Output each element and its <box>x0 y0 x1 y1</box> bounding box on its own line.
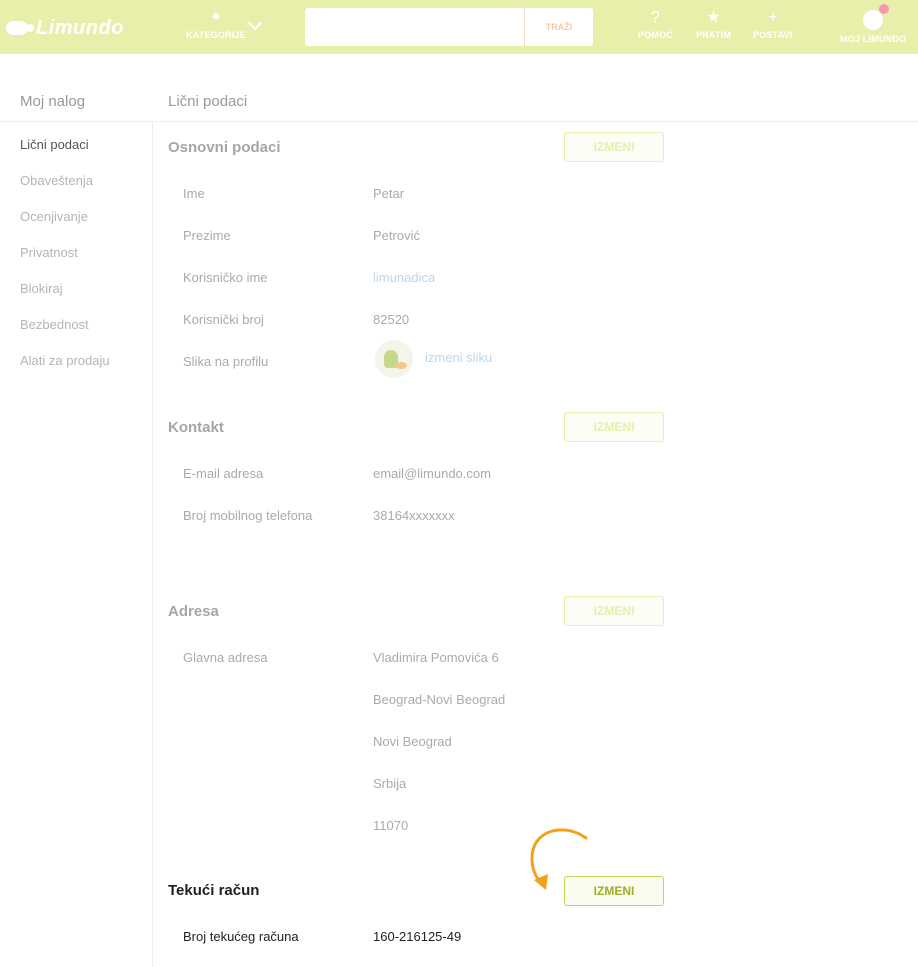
first-name-value: Petar <box>373 186 405 201</box>
edit-basic-info-button[interactable]: IZMENI <box>564 132 664 162</box>
main-address-label: Glavna adresa <box>183 650 268 665</box>
profile-picture-label: Slika na profilu <box>183 354 269 369</box>
section-title-bank-account: Tekući račun <box>168 882 260 899</box>
sidebar-item-bezbednost[interactable]: Bezbednost <box>20 316 110 352</box>
profile-picture <box>375 340 413 378</box>
sidebar-item-licni-podaci[interactable]: Lični podaci <box>20 136 110 172</box>
section-title-address: Adresa <box>168 603 219 620</box>
sidebar-item-obavestenja[interactable]: Obaveštenja <box>20 172 110 208</box>
question-mark-icon: ? <box>651 9 660 26</box>
help-button[interactable]: ? POMOĆ <box>638 8 673 40</box>
mascot-leaf-icon <box>395 362 407 369</box>
lemon-logo-icon <box>6 21 34 35</box>
change-picture-link[interactable]: izmeni sliku <box>425 350 492 365</box>
my-limundo-button[interactable]: MOJ LIMUNDO <box>840 4 907 44</box>
bank-account-value: 160-216125-49 <box>373 929 462 944</box>
user-number-label: Korisnički broj <box>183 312 264 327</box>
sidebar-item-ocenjivanje[interactable]: Ocenjivanje <box>20 208 110 244</box>
username-label: Korisničko ime <box>183 270 268 285</box>
address-line: 11070 <box>373 818 409 833</box>
notification-badge <box>879 4 890 14</box>
star-icon: ★ <box>706 9 721 26</box>
sidebar-divider <box>152 121 153 967</box>
watchlist-label: PRATIM <box>696 30 732 40</box>
post-label: POSTAVI <box>753 30 793 40</box>
last-name-value: Petrović <box>373 228 420 243</box>
username-link[interactable]: limunadica <box>373 270 435 285</box>
section-title-basic-info: Osnovni podaci <box>168 139 281 156</box>
my-limundo-label: MOJ LIMUNDO <box>840 34 907 44</box>
limundo-logo[interactable]: Limundo <box>6 17 124 39</box>
chevron-down-icon[interactable] <box>247 15 263 31</box>
user-number-value: 82520 <box>373 312 410 327</box>
header-divider <box>0 121 918 122</box>
post-item-button[interactable]: + POSTAVI <box>753 8 793 40</box>
email-label: E-mail adresa <box>183 466 264 481</box>
address-line: Vladimira Pomovića 6 <box>373 650 499 665</box>
sidebar-item-privatnost[interactable]: Privatnost <box>20 244 110 280</box>
logo-text: Limundo <box>36 16 124 39</box>
email-value: email@limundo.com <box>373 466 491 481</box>
section-title-contact: Kontakt <box>168 419 224 436</box>
sidebar-item-alati-za-prodaju[interactable]: Alati za prodaju <box>20 352 110 388</box>
categories-button[interactable]: ✦ KATEGORIJE <box>186 8 246 40</box>
sidebar-item-blokiraj[interactable]: Blokiraj <box>20 280 110 316</box>
bank-account-label: Broj tekućeg računa <box>183 929 299 944</box>
edit-contact-button[interactable]: IZMENI <box>564 412 664 442</box>
first-name-label: Ime <box>183 186 205 201</box>
user-avatar-icon <box>863 4 890 30</box>
phone-value: 38164xxxxxxx <box>373 508 455 523</box>
search-button[interactable]: TRAŽI <box>524 8 593 46</box>
search-bar: TRAŽI <box>305 8 593 46</box>
address-line: Novi Beograd <box>373 734 452 749</box>
sidebar-title: Moj nalog <box>20 93 86 110</box>
sparkle-icon: ✦ <box>209 9 223 26</box>
phone-label: Broj mobilnog telefona <box>183 508 313 523</box>
plus-icon: + <box>768 9 778 26</box>
last-name-label: Prezime <box>183 228 231 243</box>
page-title: Lični podaci <box>168 93 248 110</box>
help-label: POMOĆ <box>638 30 674 40</box>
watchlist-button[interactable]: ★ PRATIM <box>696 8 731 40</box>
sidebar-menu: Lični podaci Obaveštenja Ocenjivanje Pri… <box>20 136 110 388</box>
edit-bank-account-button[interactable]: IZMENI <box>564 876 664 906</box>
categories-label: KATEGORIJE <box>186 30 246 40</box>
search-input[interactable] <box>305 8 524 46</box>
top-navigation-bar: Limundo ✦ KATEGORIJE TRAŽI ? POMOĆ ★ PRA… <box>0 0 918 54</box>
address-line: Srbija <box>373 776 407 791</box>
edit-address-button[interactable]: IZMENI <box>564 596 664 626</box>
address-line: Beograd-Novi Beograd <box>373 692 506 707</box>
